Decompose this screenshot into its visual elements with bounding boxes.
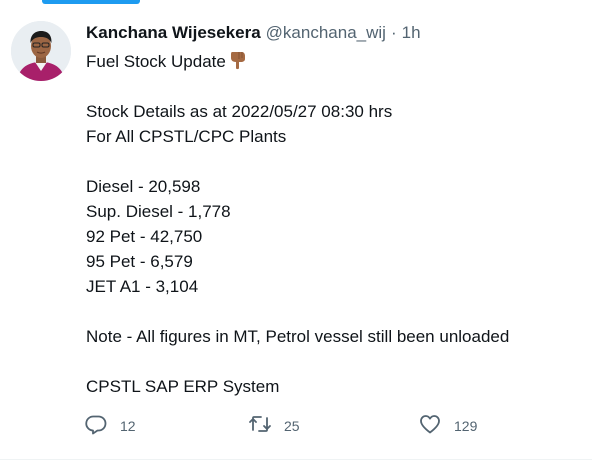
retweet-count: 25 (284, 417, 300, 434)
retweet-icon (248, 412, 272, 439)
pointing-down-icon (229, 50, 247, 77)
like-button[interactable]: 129 (418, 412, 477, 439)
tweet-text: Fuel Stock Update Stock Details as at 20… (86, 49, 586, 399)
separator-dot: · (390, 23, 397, 42)
tweet-line: 92 Pet - 42,750 (86, 227, 203, 246)
reply-count: 12 (120, 417, 136, 434)
like-icon (418, 412, 442, 439)
tweet-line: Note - All figures in MT, Petrol vessel … (86, 327, 510, 346)
tweet-line: JET A1 - 3,104 (86, 277, 199, 296)
tweet-header: Kanchana Wijesekera @kanchana_wij · 1h (86, 21, 586, 45)
tweet-line: Diesel - 20,598 (86, 177, 201, 196)
tweet[interactable]: Kanchana Wijesekera @kanchana_wij · 1h F… (0, 0, 592, 460)
tweet-content: Kanchana Wijesekera @kanchana_wij · 1h F… (86, 21, 586, 399)
tweet-line: Stock Details as at 2022/05/27 08:30 hrs (86, 102, 393, 121)
tweet-line: 95 Pet - 6,579 (86, 252, 193, 271)
timestamp[interactable]: 1h (402, 21, 421, 45)
tweet-line: Fuel Stock Update (86, 49, 586, 74)
reply-icon (84, 412, 108, 439)
tweet-line: CPSTL SAP ERP System (86, 377, 280, 396)
retweet-button[interactable]: 25 (248, 412, 300, 439)
avatar[interactable] (11, 21, 71, 81)
tweet-line: For All CPSTL/CPC Plants (86, 127, 287, 146)
author-name[interactable]: Kanchana Wijesekera (86, 21, 261, 45)
author-handle[interactable]: @kanchana_wij (266, 21, 386, 45)
tweet-line: Sup. Diesel - 1,778 (86, 202, 231, 221)
tweet-actions: 12 25 129 (84, 412, 504, 442)
reply-button[interactable]: 12 (84, 412, 136, 439)
like-count: 129 (454, 417, 478, 434)
